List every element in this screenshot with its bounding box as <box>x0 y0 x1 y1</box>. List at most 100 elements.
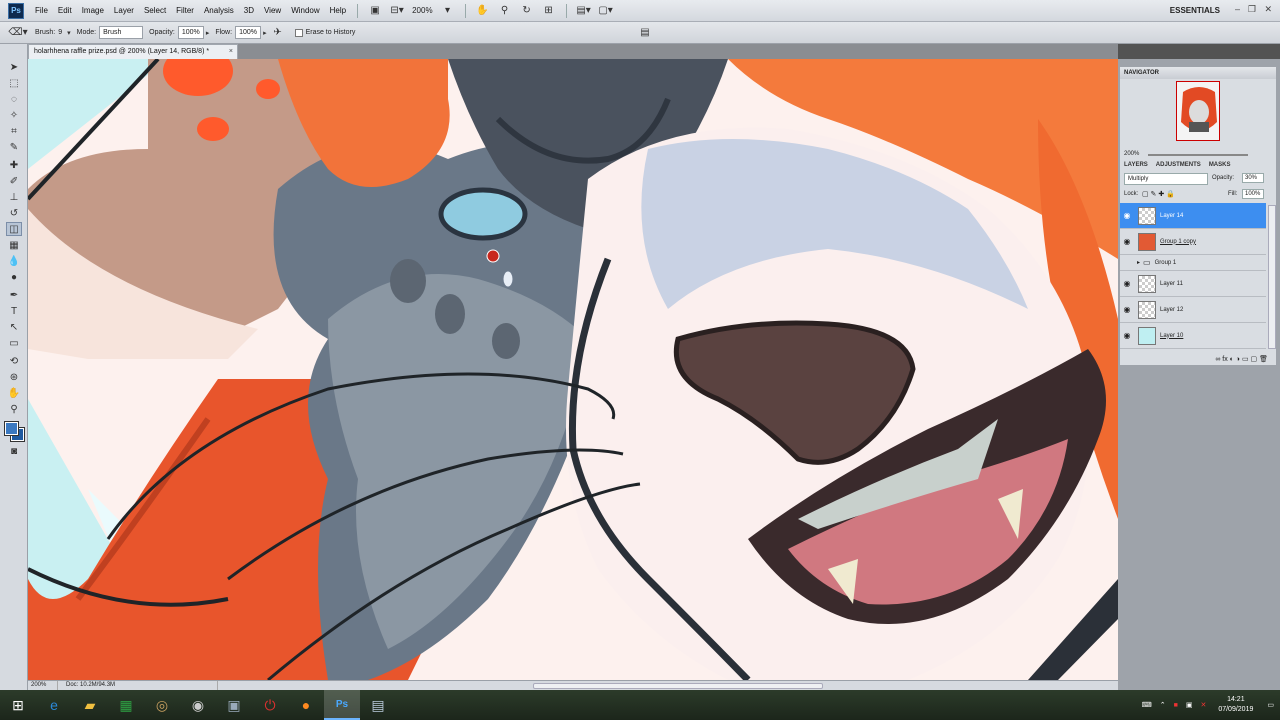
navigator-header[interactable]: NAVIGATOR <box>1120 67 1276 79</box>
quick-mask-icon[interactable]: ◙ <box>6 444 22 458</box>
grid-icon[interactable]: ⊞ <box>541 4 557 18</box>
chevron-down-icon[interactable]: ▾ <box>67 29 71 37</box>
power-icon[interactable]: ⏻ <box>252 690 288 720</box>
shape-tool-icon[interactable]: ▭ <box>6 336 22 350</box>
menu-analysis[interactable]: Analysis <box>199 0 239 22</box>
healing-brush-tool-icon[interactable]: ✚ <box>6 158 22 172</box>
tab-layers[interactable]: LAYERS <box>1120 159 1152 171</box>
eye-icon[interactable]: ◉ <box>1120 211 1134 220</box>
document-tab[interactable]: holarhhena raffle prize.psd @ 200% (Laye… <box>28 44 238 59</box>
app-icon[interactable]: ▤ <box>360 690 396 720</box>
file-explorer-icon[interactable]: ▰ <box>72 690 108 720</box>
layer-row[interactable]: ◉ Layer 14 <box>1120 203 1266 229</box>
brush-panel-icon[interactable]: ▤ <box>637 26 653 40</box>
notifications-icon[interactable]: ▭ <box>1267 701 1274 709</box>
menu-file[interactable]: File <box>30 0 53 22</box>
restore-icon[interactable]: ❐ <box>1248 4 1256 15</box>
marquee-tool-icon[interactable]: ⬚ <box>6 76 22 90</box>
edge-icon[interactable]: e <box>36 690 72 720</box>
brush-tool-icon[interactable]: ✐ <box>6 174 22 188</box>
menu-filter[interactable]: Filter <box>171 0 199 22</box>
foreground-color-swatch[interactable] <box>4 421 19 436</box>
store-icon[interactable]: ▦ <box>108 690 144 720</box>
navigator-zoom-slider[interactable] <box>1148 154 1248 156</box>
navigator-zoom[interactable]: 200% <box>1124 151 1139 157</box>
eraser-tool-preset-icon[interactable]: ⌫▾ <box>8 26 27 40</box>
3d-rotate-tool-icon[interactable]: ⟲ <box>6 354 22 368</box>
zoom-tool-icon[interactable]: ⚲ <box>6 402 22 416</box>
menu-edit[interactable]: Edit <box>53 0 77 22</box>
eye-icon[interactable]: ◉ <box>1120 279 1134 288</box>
clone-stamp-tool-icon[interactable]: ⊥ <box>6 190 22 204</box>
menu-help[interactable]: Help <box>325 0 351 22</box>
chevron-up-icon[interactable]: ⌃ <box>1160 701 1166 709</box>
fill-input[interactable]: 100% <box>1242 189 1264 199</box>
bridge-icon[interactable]: ▣ <box>367 4 383 18</box>
tab-adjustments[interactable]: ADJUSTMENTS <box>1152 159 1205 171</box>
blur-tool-icon[interactable]: 💧 <box>6 254 22 268</box>
horizontal-scrollbar[interactable] <box>533 683 823 689</box>
eraser-tool-icon[interactable]: ◫ <box>6 222 22 236</box>
opacity-input[interactable]: 100% <box>177 26 204 39</box>
menu-image[interactable]: Image <box>77 0 109 22</box>
app-icon[interactable]: ◎ <box>144 690 180 720</box>
close-icon[interactable]: ✕ <box>1264 4 1272 15</box>
lasso-tool-icon[interactable]: ◌ <box>6 92 22 106</box>
airbrush-icon[interactable]: ✈ <box>270 26 286 40</box>
menu-select[interactable]: Select <box>139 0 171 22</box>
3d-orbit-tool-icon[interactable]: ⊛ <box>6 370 22 384</box>
clock[interactable]: 14:21 07/09/2019 <box>1210 695 1261 715</box>
media-icon[interactable]: ◉ <box>180 690 216 720</box>
zoom-icon[interactable]: ⚲ <box>497 4 513 18</box>
chevron-down-icon[interactable]: ▾ <box>440 4 456 18</box>
photoshop-taskbar-icon[interactable]: Ps <box>324 690 360 720</box>
magic-wand-tool-icon[interactable]: ✧ <box>6 108 22 122</box>
hand-tool-icon[interactable]: ✋ <box>6 386 22 400</box>
view-extras-icon[interactable]: ⊟▾ <box>389 4 405 18</box>
menu-window[interactable]: Window <box>286 0 324 22</box>
path-selection-tool-icon[interactable]: ↖ <box>6 320 22 334</box>
navigator-thumbnail[interactable] <box>1176 81 1220 141</box>
menu-view[interactable]: View <box>259 0 286 22</box>
erase-to-history-checkbox[interactable] <box>294 28 303 37</box>
app-icon[interactable]: ▣ <box>216 690 252 720</box>
volume-muted-icon[interactable]: ✕ <box>1200 701 1206 709</box>
tab-masks[interactable]: MASKS <box>1205 159 1235 171</box>
arrange-documents-icon[interactable]: ▤▾ <box>576 4 592 18</box>
layers-footer-icons[interactable]: ∞ fx ◐ ◑ ▭ ▢ 🗑 <box>1120 355 1276 365</box>
chevron-right-icon[interactable]: ▸ <box>1137 259 1140 266</box>
windows-start-icon[interactable]: ⊞ <box>0 690 36 720</box>
status-zoom[interactable]: 200% <box>28 681 58 690</box>
dodge-tool-icon[interactable]: ● <box>6 270 22 284</box>
crop-tool-icon[interactable]: ⌗ <box>6 124 22 138</box>
layer-row[interactable]: ◉ Layer 11 <box>1120 271 1266 297</box>
tray-app-icon[interactable]: ■ <box>1174 702 1178 709</box>
history-brush-tool-icon[interactable]: ↺ <box>6 206 22 220</box>
layer-opacity-input[interactable]: 30% <box>1242 173 1264 183</box>
chevron-right-icon[interactable]: ▸ <box>206 29 210 37</box>
network-icon[interactable]: ▣ <box>1186 701 1193 709</box>
keyboard-icon[interactable]: ⌨ <box>1142 701 1152 709</box>
screen-mode-icon[interactable]: ▢▾ <box>598 4 614 18</box>
gradient-tool-icon[interactable]: ▦ <box>6 238 22 252</box>
document-canvas[interactable] <box>28 59 1118 680</box>
eye-icon[interactable]: ◉ <box>1120 331 1134 340</box>
mode-select[interactable]: Brush <box>99 26 144 39</box>
brush-size[interactable]: 9 <box>58 29 62 36</box>
eye-icon[interactable]: ◉ <box>1120 237 1134 246</box>
minimize-icon[interactable]: – <box>1235 4 1240 14</box>
pen-tool-icon[interactable]: ✒ <box>6 288 22 302</box>
eye-icon[interactable]: ◉ <box>1120 305 1134 314</box>
layer-row[interactable]: ◉ Layer 10 <box>1120 323 1266 349</box>
menu-3d[interactable]: 3D <box>239 0 259 22</box>
workspace-switcher[interactable]: ESSENTIALS <box>1170 0 1220 22</box>
layer-row[interactable]: ◉ Group 1 copy <box>1120 229 1266 255</box>
layer-row[interactable]: ◉ Layer 12 <box>1120 297 1266 323</box>
flow-input[interactable]: 100% <box>235 26 262 39</box>
menu-layer[interactable]: Layer <box>109 0 139 22</box>
firefox-icon[interactable]: ● <box>288 690 324 720</box>
type-tool-icon[interactable]: T <box>6 304 22 318</box>
close-icon[interactable]: × <box>229 45 233 59</box>
hand-icon[interactable]: ✋ <box>475 4 491 18</box>
eyedropper-tool-icon[interactable]: ✎ <box>6 140 22 154</box>
